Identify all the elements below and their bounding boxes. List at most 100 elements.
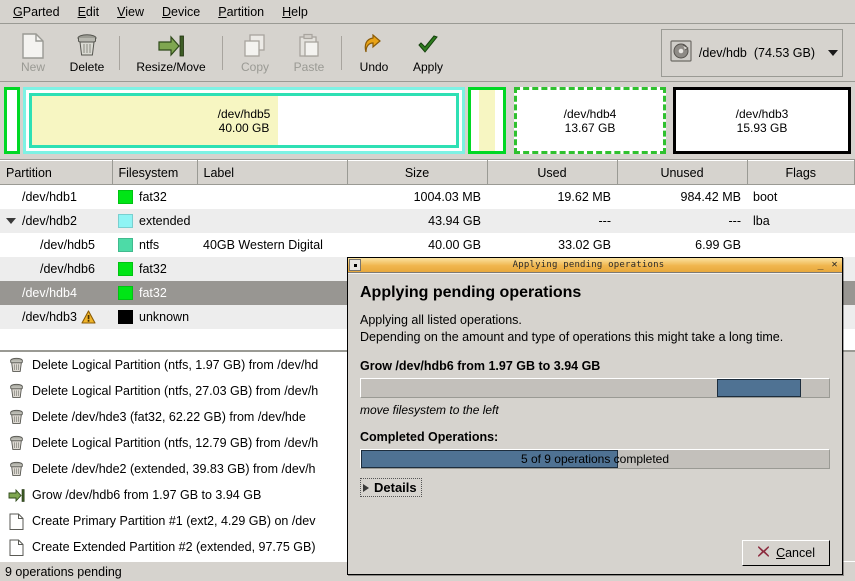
cancel-accel: C (776, 546, 786, 560)
col-header-flags[interactable]: Flags (747, 160, 855, 185)
cell-filesystem: fat32 (112, 185, 197, 209)
table-row[interactable]: /dev/hdb1 fat32 1004.03 MB 19.62 MB 984.42 M… (0, 185, 855, 209)
current-operation-note: move filesystem to the left (360, 403, 499, 417)
undo-button[interactable]: Undo (347, 27, 401, 79)
cell-label (197, 280, 347, 305)
dialog-titlebar[interactable]: Applying pending operations _ ✕ (348, 258, 842, 273)
dialog-titlebar-text: Applying pending operations (512, 260, 665, 270)
filesystem-color-swatch (118, 213, 133, 228)
cell-unused: --- (617, 208, 747, 233)
table-row[interactable]: /dev/hdb2 extended 43.94 GB --- --- lba (0, 208, 855, 233)
cell-used: 33.02 GB (558, 237, 611, 252)
cell-filesystem: unknown (112, 304, 197, 329)
col-header-partition[interactable]: Partition (0, 160, 113, 185)
details-row: Details (360, 478, 830, 497)
partition-name: /dev/hdb4 (22, 285, 77, 300)
graphic-partition-hdb5-text: /dev/hdb5 40.00 GB (217, 106, 271, 135)
menu-gparted[interactable]: GParted (4, 2, 69, 22)
toolbar: New Delete Resize/Move Copy Paste Undo A… (0, 24, 855, 82)
menu-edit[interactable]: Edit (69, 2, 109, 22)
dialog-line-2: Depending on the amount and type of oper… (360, 330, 784, 344)
paste-button[interactable]: Paste (282, 27, 336, 79)
warning-icon (81, 309, 96, 324)
partition-name: /dev/hdb3 (22, 309, 77, 324)
graphic-partition-hdb4[interactable]: /dev/hdb4 13.67 GB (514, 87, 666, 154)
resize-move-button[interactable]: Resize/Move (125, 27, 217, 79)
toolbar-separator-3 (341, 35, 342, 70)
cell-partition: /dev/hdb5 (0, 233, 112, 257)
paste-label: Paste (293, 59, 325, 74)
col-header-label[interactable]: Label (197, 160, 348, 185)
device-name: /dev/hdb (698, 45, 747, 60)
gparted-window: GParted Edit View Device Partition Help … (0, 0, 855, 581)
cell-used: 19.62 MB (557, 189, 611, 204)
toolbar-separator-1 (119, 35, 120, 70)
current-operation-label: Grow /dev/hdb6 from 1.97 GB to 3.94 GB (360, 359, 601, 373)
cell-partition: /dev/hdb6 (0, 256, 112, 281)
cell-partition: /dev/hdb4 (0, 280, 112, 305)
operation-text: Delete Logical Partition (ntfs, 12.79 GB… (32, 436, 319, 450)
chevron-right-icon (363, 483, 369, 492)
undo-arrow-icon (362, 32, 386, 60)
cell-label (197, 304, 347, 329)
window-menu-icon[interactable] (349, 259, 361, 271)
close-icon[interactable]: ✕ (828, 259, 841, 271)
status-text: 9 operations pending (5, 564, 122, 579)
menu-partition[interactable]: Partition (209, 2, 273, 22)
operation-text: Delete Logical Partition (ntfs, 1.97 GB)… (32, 358, 319, 372)
copy-button[interactable]: Copy (228, 27, 282, 79)
graphic-partition-hdb6-fill (478, 90, 496, 151)
operation-text: Grow /dev/hdb6 from 1.97 GB to 3.94 GB (32, 488, 262, 502)
delete-icon (8, 409, 25, 426)
menu-device[interactable]: Device (153, 2, 209, 22)
device-selector[interactable]: /dev/hdb (74.53 GB) (660, 28, 843, 77)
new-label: New (20, 59, 45, 74)
create-icon (8, 513, 25, 530)
cell-label (197, 208, 347, 233)
details-expander[interactable]: Details (360, 478, 422, 497)
filesystem-name: fat32 (139, 189, 167, 204)
partition-name: /dev/hdb6 (40, 261, 95, 276)
filesystem-name: unknown (139, 309, 190, 324)
partition-name: /dev/hdb2 (22, 213, 77, 228)
menu-bar: GParted Edit View Device Partition Help (0, 0, 855, 24)
graphic-partition-unallocated[interactable] (4, 87, 20, 154)
menu-view[interactable]: View (108, 2, 153, 22)
chevron-down-icon[interactable] (828, 49, 838, 56)
resize-arrow-icon (157, 32, 185, 60)
cell-unused: 984.42 MB (680, 189, 741, 204)
filesystem-color-swatch (118, 189, 133, 204)
table-row[interactable]: /dev/hdb5 ntfs 40GB Western Digital 40.00 G… (0, 233, 855, 257)
cell-size: 1004.03 MB (413, 189, 481, 204)
col-header-unused[interactable]: Unused (617, 160, 748, 185)
col-header-used[interactable]: Used (487, 160, 618, 185)
graphic-partition-hdb5[interactable]: /dev/hdb5 40.00 GB (29, 93, 459, 148)
cancel-label-rest: ancel (785, 546, 815, 560)
cell-filesystem: ntfs (112, 233, 197, 257)
new-button[interactable]: New (6, 27, 60, 79)
delete-button[interactable]: Delete (60, 27, 114, 79)
minimize-icon[interactable]: _ (814, 259, 827, 271)
undo-label: Undo (359, 59, 389, 74)
resize-icon (8, 487, 25, 504)
menu-help[interactable]: Help (273, 2, 317, 22)
delete-icon (8, 357, 25, 374)
col-header-filesystem[interactable]: Filesystem (112, 160, 198, 185)
expander-twisty-icon[interactable] (6, 217, 16, 224)
filesystem-color-swatch (118, 261, 133, 276)
apply-button[interactable]: Apply (401, 27, 455, 79)
table-header-row: Partition Filesystem Label Size Used Unu… (0, 160, 855, 185)
disk-graphic: /dev/hdb5 40.00 GB /dev/hdb4 13.67 GB /d… (0, 82, 855, 160)
cell-partition: /dev/hdb3 (0, 304, 112, 329)
graphic-partition-hdb3[interactable]: /dev/hdb3 15.93 GB (673, 87, 851, 154)
details-label: Details (374, 480, 417, 495)
cancel-button[interactable]: Cancel (742, 540, 830, 566)
graphic-partition-hdb2-extended[interactable]: /dev/hdb5 40.00 GB (23, 87, 465, 154)
operation-text: Delete Logical Partition (ntfs, 27.03 GB… (32, 384, 319, 398)
cell-unused: 6.99 GB (695, 237, 741, 252)
col-header-size[interactable]: Size (347, 160, 488, 185)
graphic-partition-hdb6[interactable] (468, 87, 506, 154)
filesystem-color-swatch (118, 309, 133, 324)
delete-icon (8, 435, 25, 452)
copy-label: Copy (240, 59, 269, 74)
